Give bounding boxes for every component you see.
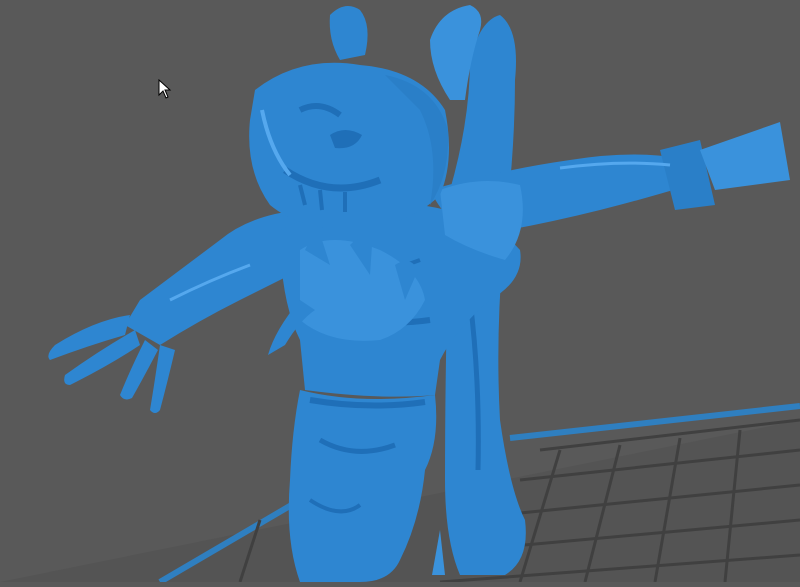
arrow-cursor-icon bbox=[158, 79, 172, 99]
viewport-canvas[interactable] bbox=[0, 0, 800, 585]
3d-viewport[interactable] bbox=[0, 0, 800, 585]
